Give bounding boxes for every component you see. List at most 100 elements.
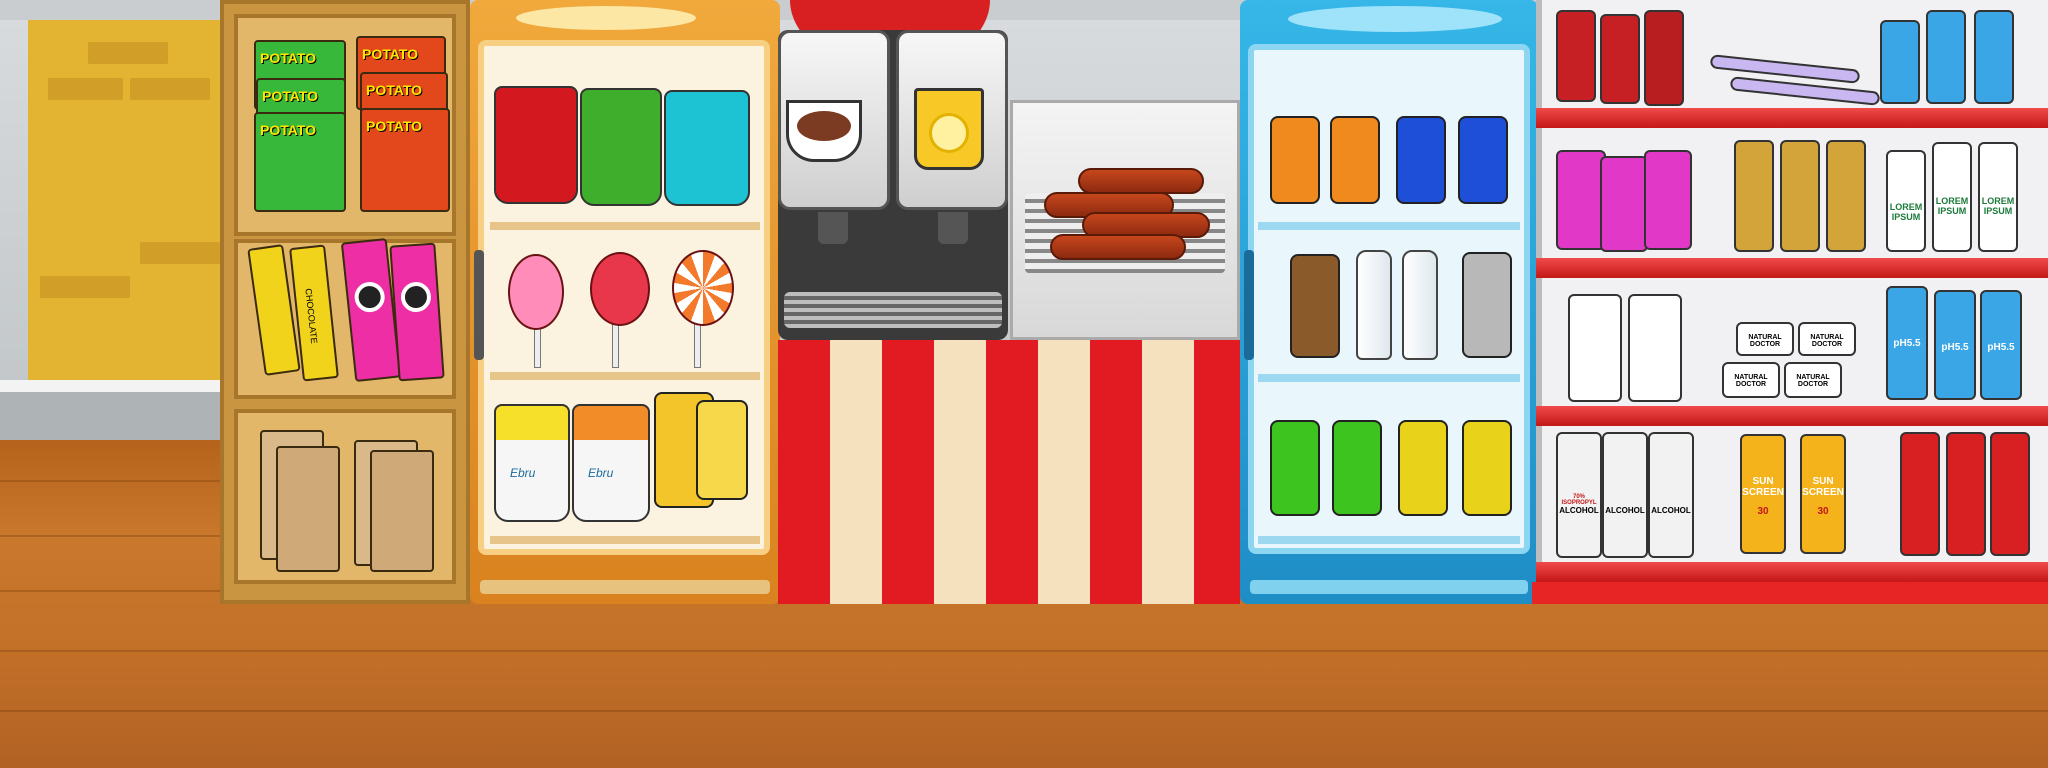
lotion-tube[interactable] bbox=[1556, 10, 1596, 102]
lotion-tube[interactable] bbox=[1600, 14, 1640, 104]
sunflower-lotion[interactable] bbox=[1628, 294, 1682, 402]
lemon-cup-icon[interactable] bbox=[914, 88, 984, 170]
perfume-bottle[interactable] bbox=[1780, 140, 1820, 252]
soda-can[interactable] bbox=[1398, 420, 1448, 516]
cream-jar[interactable]: NATURAL DOCTOR bbox=[1722, 362, 1780, 398]
cream-label: NATURAL DOCTOR bbox=[1796, 374, 1830, 388]
body-wash-bottle[interactable] bbox=[1990, 432, 2030, 556]
ph-label: pH5.5 bbox=[1893, 338, 1921, 349]
soda-can[interactable] bbox=[1270, 420, 1320, 516]
perfume-bottle[interactable] bbox=[1826, 140, 1866, 252]
sunflower-lotion[interactable] bbox=[1568, 294, 1622, 402]
cream-jar[interactable]: NATURAL DOCTOR bbox=[1798, 322, 1856, 356]
yogurt-brand: Ebru bbox=[510, 466, 536, 480]
lollipop-stick bbox=[694, 320, 701, 368]
lotion-label: LOREM IPSUM bbox=[1981, 196, 2015, 216]
sunscreen-bottle[interactable]: SUN SCREEN 30 bbox=[1740, 434, 1786, 554]
lotion-tube[interactable] bbox=[1644, 10, 1684, 106]
soda-can[interactable] bbox=[1458, 116, 1508, 204]
pear-icon[interactable] bbox=[696, 400, 748, 500]
cookie-icon bbox=[353, 280, 387, 314]
sunscreen-bottle[interactable]: SUN SCREEN 30 bbox=[1800, 434, 1846, 554]
fridge-shelf bbox=[490, 372, 760, 380]
chocolate-label: CHOCOLATE bbox=[303, 287, 320, 345]
ph-lotion[interactable]: pH5.5 bbox=[1886, 286, 1928, 400]
fridge-shelf bbox=[1258, 374, 1520, 382]
alcohol-bottle[interactable]: 70% ISOPROPYL ALCOHOL bbox=[1556, 432, 1602, 558]
fridge-shelf bbox=[1258, 536, 1520, 544]
alcohol-label: ALCOHOL bbox=[1651, 506, 1691, 515]
rack-shelf bbox=[1536, 258, 2048, 278]
soda-can[interactable] bbox=[1462, 420, 1512, 516]
soda-can[interactable] bbox=[1396, 116, 1446, 204]
perfume-bottle[interactable] bbox=[1734, 140, 1774, 252]
lollipop-icon[interactable] bbox=[590, 252, 650, 326]
lollipop-stick bbox=[612, 320, 619, 368]
ph-label: pH5.5 bbox=[1941, 342, 1969, 353]
alcohol-bottle[interactable]: ALCOHOL bbox=[1648, 432, 1694, 558]
rack-base bbox=[1532, 582, 2048, 604]
lollipop-icon[interactable] bbox=[508, 254, 564, 330]
coffee-cup-icon[interactable] bbox=[786, 100, 862, 162]
cream-jar[interactable]: NATURAL DOCTOR bbox=[1784, 362, 1842, 398]
striped-counter bbox=[778, 340, 1240, 604]
rack-shelf bbox=[1536, 108, 2048, 128]
water-bottle[interactable] bbox=[1402, 250, 1438, 360]
ice-cream-icon[interactable] bbox=[664, 90, 750, 206]
body-wash-bottle[interactable] bbox=[1946, 432, 1986, 556]
sunscreen-label: SUN SCREEN bbox=[1742, 476, 1784, 498]
soda-can[interactable] bbox=[1270, 116, 1320, 204]
sausage-icon[interactable] bbox=[1050, 234, 1186, 260]
cream-label: NATURAL DOCTOR bbox=[1810, 334, 1844, 348]
lotion-label: LOREM IPSUM bbox=[1889, 202, 1923, 222]
yogurt-brand: Ebru bbox=[588, 466, 614, 480]
shampoo-bottle[interactable] bbox=[1974, 10, 2014, 104]
face-wash-tube[interactable] bbox=[1600, 156, 1648, 252]
ice-cream-icon[interactable] bbox=[580, 88, 662, 206]
fridge-handle[interactable] bbox=[1244, 250, 1254, 360]
alcohol-bottle[interactable]: ALCOHOL bbox=[1602, 432, 1648, 558]
drink-dispenser[interactable] bbox=[778, 30, 1008, 340]
yogurt-cup[interactable]: Ebru bbox=[572, 404, 650, 522]
soda-can[interactable] bbox=[1332, 420, 1382, 516]
sausage-icon[interactable] bbox=[1078, 168, 1204, 194]
lollipop-icon[interactable] bbox=[672, 250, 734, 326]
fridge-shelf bbox=[490, 222, 760, 230]
ice-cream-icon[interactable] bbox=[494, 86, 578, 204]
face-wash-tube[interactable] bbox=[1644, 150, 1692, 250]
fridge-handle[interactable] bbox=[474, 250, 484, 360]
spf-label: 30 bbox=[1817, 506, 1829, 517]
lotion-bottle[interactable]: LOREM IPSUM bbox=[1886, 150, 1926, 252]
fridge-shelf bbox=[490, 536, 760, 544]
alcohol-label: ALCOHOL bbox=[1605, 506, 1645, 515]
cookie-icon bbox=[399, 281, 432, 314]
bread-bag[interactable] bbox=[276, 446, 340, 572]
yellow-brick-wall bbox=[28, 20, 228, 380]
rack-shelf bbox=[1536, 406, 2048, 426]
fridge-light bbox=[516, 6, 696, 30]
shampoo-bottle[interactable] bbox=[1926, 10, 1966, 104]
cream-jar[interactable]: NATURAL DOCTOR bbox=[1736, 322, 1794, 356]
soda-can[interactable] bbox=[1330, 116, 1380, 204]
body-wash-bottle[interactable] bbox=[1900, 432, 1940, 556]
ph-lotion[interactable]: pH5.5 bbox=[1980, 290, 2022, 400]
fridge-base bbox=[480, 580, 770, 594]
cream-label: NATURAL DOCTOR bbox=[1734, 374, 1768, 388]
soda-can[interactable] bbox=[1290, 254, 1340, 358]
chips-bag[interactable]: POTATO bbox=[254, 112, 346, 212]
chips-bag[interactable]: POTATO bbox=[360, 108, 450, 212]
fridge-shelf bbox=[1258, 222, 1520, 230]
bread-bag[interactable] bbox=[370, 450, 434, 572]
ph-lotion[interactable]: pH5.5 bbox=[1934, 290, 1976, 400]
shampoo-bottle[interactable] bbox=[1880, 20, 1920, 104]
cookie-pack[interactable] bbox=[389, 242, 445, 382]
water-bottle[interactable] bbox=[1356, 250, 1392, 360]
lotion-bottle[interactable]: LOREM IPSUM bbox=[1932, 142, 1972, 252]
lotion-label: LOREM IPSUM bbox=[1935, 196, 1969, 216]
face-wash-tube[interactable] bbox=[1556, 150, 1606, 250]
lotion-bottle[interactable]: LOREM IPSUM bbox=[1978, 142, 2018, 252]
alcohol-sub-label: 70% ISOPROPYL bbox=[1561, 494, 1597, 506]
sunscreen-label: SUN SCREEN bbox=[1802, 476, 1844, 498]
soda-can[interactable] bbox=[1462, 252, 1512, 358]
yogurt-cup[interactable]: Ebru bbox=[494, 404, 570, 522]
